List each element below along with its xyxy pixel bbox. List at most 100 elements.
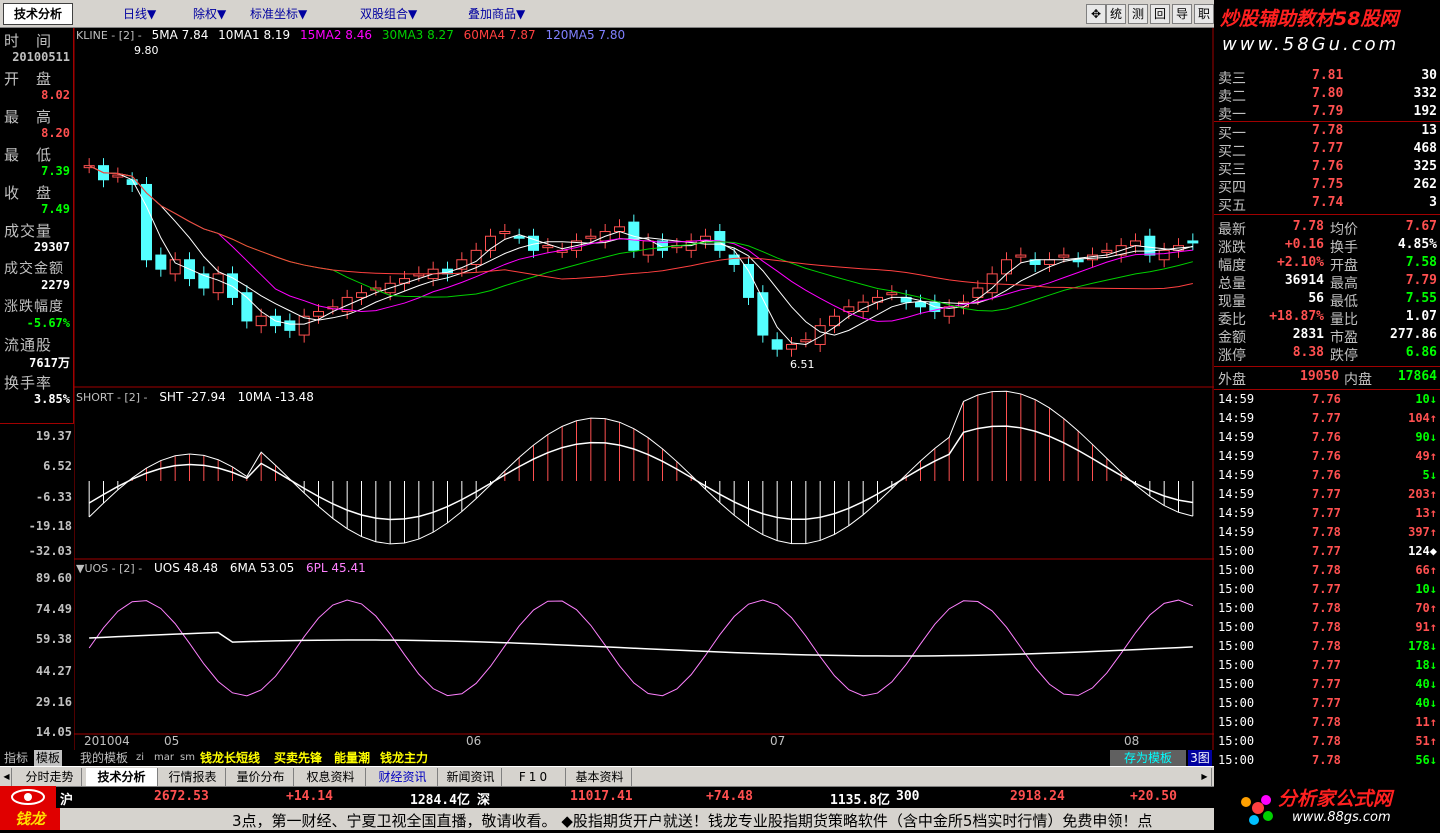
ma-line [88,165,1193,290]
tab-rights-info[interactable]: 权息资料 [296,768,366,786]
volume-label: 成交量 [4,222,53,240]
tick-price: 7.77 [1312,544,1341,558]
tick-row: 15:00 7.77 40↓ [1214,677,1440,695]
stat-label: 幅度 [1218,258,1246,274]
tick-time: 15:00 [1218,753,1255,767]
brand-logo: 分析家公式网 www.88gs.com [1214,766,1440,830]
bid-row[interactable]: 买一 7.78 13 [1214,123,1440,142]
tick-row: 15:00 7.78 91↑ [1214,620,1440,638]
template-tabs: 指标 模板 我的模板 zi mar sm 钱龙长短线 买卖先锋 能量潮 钱龙主力… [0,750,1214,766]
tick-time: 14:59 [1218,430,1255,444]
dual-stock-dropdown[interactable]: 双股组合▼ [360,4,417,24]
change-label: 涨跌幅度 [4,299,64,315]
stat-row: 最新 7.78 均价 7.67 [1214,219,1440,238]
date-label: 08 [1124,734,1140,748]
bid-row[interactable]: 买二 7.77 468 [1214,141,1440,160]
tab-finance-news[interactable]: 财经资讯 [368,768,438,786]
tick-row: 14:59 7.76 5↓ [1214,468,1440,486]
sm-tab[interactable]: sm [180,750,195,766]
candle-body [298,315,310,336]
save-template-button[interactable]: 存为模板 [1110,750,1186,766]
indicator-y-axis: 19.37 6.52 -6.33 -19.18 -32.03 89.60 74.… [0,424,74,750]
stat-label: 最高 [1330,276,1358,292]
candle-body [542,245,554,249]
overlay-dropdown[interactable]: 叠加商品▼ [468,4,525,24]
stat-label: 总量 [1218,276,1246,292]
tab-technical[interactable]: 技术分析 [86,768,158,786]
test-button[interactable]: 测 [1128,4,1148,24]
axis-tick: 6.52 [43,459,72,473]
mar-tab[interactable]: mar [154,750,174,766]
template-tab[interactable]: 模板 [34,750,63,766]
ask-row[interactable]: 卖一 7.79 192 [1214,104,1440,123]
axis-tick: -6.33 [35,490,72,504]
tick-price: 7.76 [1312,430,1341,444]
job-button[interactable]: 职 [1194,4,1214,24]
scroll-right-icon[interactable]: ▶ [1198,768,1212,786]
candle-body [356,292,367,298]
indicator-tab[interactable]: 指标 [4,750,28,766]
tab-quotes-report[interactable]: 行情报表 [160,768,226,786]
candle-body [313,311,324,317]
tick-price: 7.77 [1312,506,1341,520]
zi-tab[interactable]: zi [136,750,144,766]
amount-label: 成交金额 [4,261,64,277]
outer-value: 19050 [1300,369,1340,384]
tick-volume: 51↑ [1415,734,1437,748]
tick-volume: 18↓ [1415,658,1437,672]
sh-label: 沪 [60,793,74,808]
stat-label: 最新 [1218,222,1246,238]
obv-tab[interactable]: 能量潮 [334,750,370,766]
bid-row[interactable]: 买三 7.76 325 [1214,159,1440,178]
bid-row[interactable]: 买四 7.75 262 [1214,177,1440,196]
ask-row[interactable]: 卖二 7.80 332 [1214,86,1440,105]
tick-time: 14:59 [1218,487,1255,501]
turnover-label: 换手率 [4,374,53,392]
tick-row: 15:00 7.77 10↓ [1214,582,1440,600]
stat-value: 4.85% [1397,237,1437,252]
sz-change: +74.48 [706,789,753,804]
tick-row: 14:59 7.77 104↑ [1214,411,1440,429]
tab-basic-info[interactable]: 基本资料 [568,768,632,786]
long-short-tab[interactable]: 钱龙长短线 [200,750,260,766]
uos-pl-value: 6PL 45.41 [306,561,366,575]
scroll-left-icon[interactable]: ◀ [2,768,12,786]
bid-label: 买四 [1218,180,1246,196]
tick-price: 7.77 [1312,582,1341,596]
tick-price: 7.78 [1312,753,1341,767]
my-template-tab[interactable]: 我的模板 [80,750,128,766]
ask-row[interactable]: 卖三 7.81 30 [1214,68,1440,87]
tab-technical-analysis[interactable]: 技术分析 [3,3,73,25]
tab-f10[interactable]: F10 [504,768,566,786]
move-icon[interactable]: ✥ [1086,4,1106,24]
tab-price-volume[interactable]: 量价分布 [228,768,294,786]
tick-time: 15:00 [1218,639,1255,653]
ma-line [88,165,1193,322]
time-label: 时 间 [4,32,53,50]
exright-dropdown[interactable]: 除权▼ [193,4,226,24]
qianlong-logo: 钱龙 [0,808,60,830]
sht-line [88,390,1193,545]
coordinate-dropdown[interactable]: 标准坐标▼ [250,4,307,24]
buy-sell-tab[interactable]: 买卖先锋 [274,750,322,766]
tab-news[interactable]: 新闻资讯 [440,768,502,786]
chart-area[interactable]: KLINE - [2] - 5MA 7.84 10MA1 8.19 15MA2 … [73,28,1214,750]
stat-value: 2831 [1292,327,1324,342]
candle-body [771,339,783,350]
main-force-tab[interactable]: 钱龙主力 [380,750,428,766]
stat-button[interactable]: 统 [1106,4,1126,24]
tick-price: 7.77 [1312,411,1341,425]
export-button[interactable]: 导 [1172,4,1192,24]
axis-tick: -32.03 [28,544,72,558]
back-button[interactable]: 回 [1150,4,1170,24]
three-chart-button[interactable]: 3图 [1188,750,1212,766]
ma60-value: 60MA4 7.87 [463,28,536,42]
tick-time: 15:00 [1218,544,1255,558]
candle-body [642,240,654,256]
chart-canvas[interactable] [73,28,1214,750]
bid-row[interactable]: 买五 7.74 3 [1214,195,1440,214]
tab-intraday[interactable]: 分时走势 [18,768,82,786]
bid-price: 7.75 [1312,177,1344,192]
period-dropdown[interactable]: 日线▼ [123,4,156,24]
stat-value: 7.58 [1405,255,1437,270]
